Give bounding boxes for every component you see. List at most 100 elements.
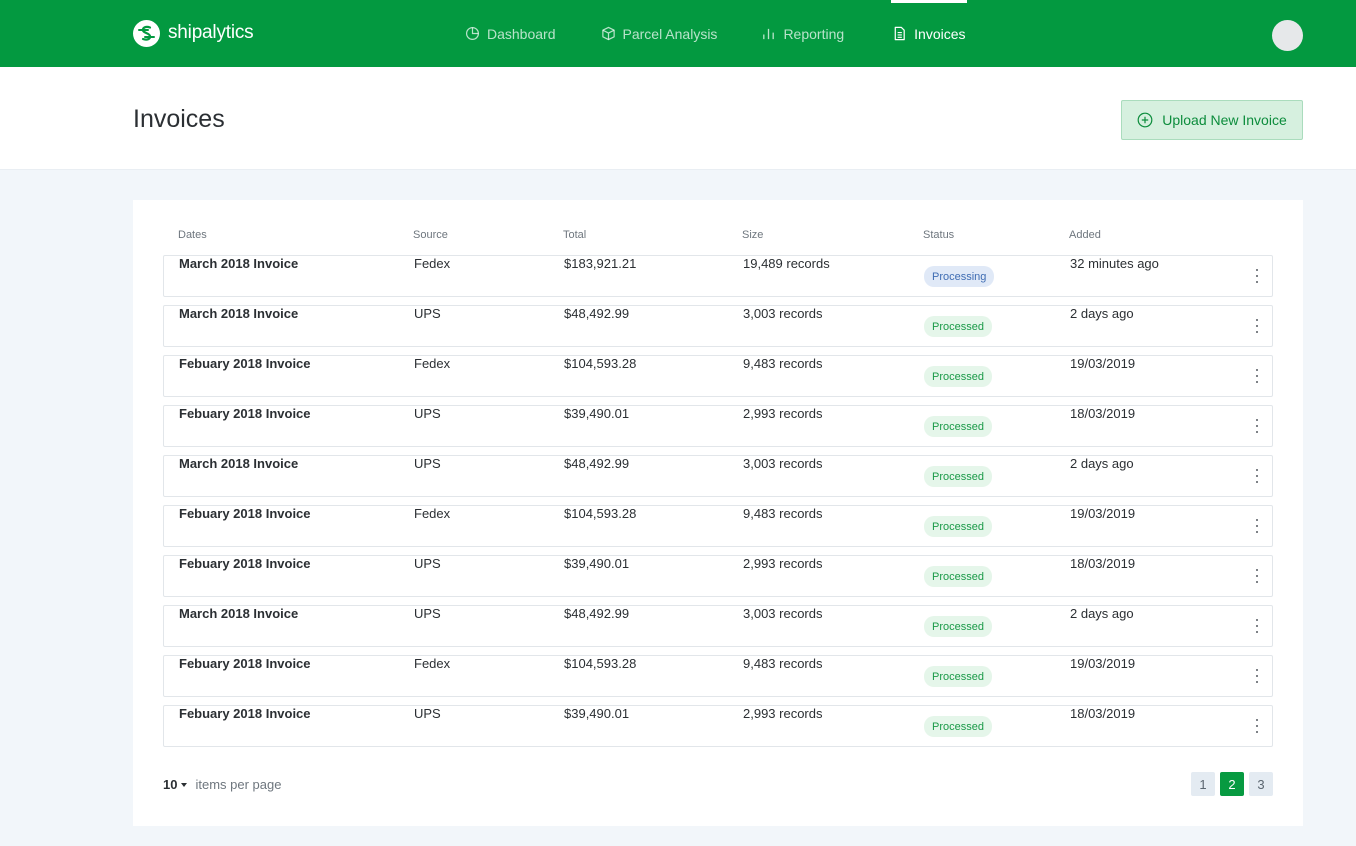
invoice-source: UPS [414,706,441,721]
table-row[interactable]: Febuary 2018 Invoice UPS $39,490.01 2,99… [163,405,1273,447]
invoice-total: $48,492.99 [564,456,630,471]
invoice-name: March 2018 Invoice [179,256,299,271]
page-button-2[interactable]: 2 [1220,772,1244,796]
invoice-total: $104,593.28 [564,356,637,371]
more-vertical-icon[interactable] [1254,518,1260,534]
table-row[interactable]: Febuary 2018 Invoice UPS $39,490.01 2,99… [163,555,1273,597]
invoice-name: Febuary 2018 Invoice [179,706,311,721]
status-badge: Processed [924,516,992,537]
invoice-size: 3,003 records [743,306,823,321]
status-badge: Processed [924,466,992,487]
upload-button-label: Upload New Invoice [1162,112,1287,128]
bar-chart-icon [763,28,775,40]
per-page-select[interactable]: 10 [163,777,188,792]
invoice-size: 2,993 records [743,406,823,421]
user-avatar[interactable] [1272,20,1303,51]
invoice-size: 3,003 records [743,456,823,471]
more-vertical-icon[interactable] [1254,568,1260,584]
invoice-added: 2 days ago [1070,606,1134,621]
table-row[interactable]: March 2018 Invoice UPS $48,492.99 3,003 … [163,605,1273,647]
invoice-source: UPS [414,556,441,571]
invoice-source: Fedex [414,356,451,371]
document-icon [894,26,905,41]
per-page-label: items per page [195,776,282,792]
brand[interactable]: shipalytics [133,19,254,47]
column-header-total[interactable]: Total [563,229,586,241]
nav-item-dashboard[interactable]: Dashboard [465,0,556,67]
invoice-added: 18/03/2019 [1070,406,1136,421]
column-header-added[interactable]: Added [1069,229,1101,241]
invoice-name: Febuary 2018 Invoice [179,556,311,571]
nav-item-reporting[interactable]: Reporting [761,0,844,67]
table-header: Dates Source Total Size Status Added [163,229,1273,245]
column-header-size[interactable]: Size [742,229,763,241]
nav-item-label: Parcel Analysis [622,25,718,42]
upload-new-invoice-button[interactable]: Upload New Invoice [1121,100,1303,140]
table-row[interactable]: March 2018 Invoice UPS $48,492.99 3,003 … [163,305,1273,347]
invoice-size: 2,993 records [743,556,823,571]
invoice-source: UPS [414,306,441,321]
brand-name: shipalytics [168,22,254,43]
table-row[interactable]: Febuary 2018 Invoice Fedex $104,593.28 9… [163,505,1273,547]
status-badge: Processing [924,266,995,287]
invoice-source: Fedex [414,506,451,521]
main-nav: Dashboard Parcel Analysis Reporting Invo… [465,0,967,67]
more-vertical-icon[interactable] [1254,318,1260,334]
page-header: Invoices Upload New Invoice [0,67,1356,170]
invoice-added: 32 minutes ago [1070,256,1159,271]
more-vertical-icon[interactable] [1254,468,1260,484]
invoice-added: 2 days ago [1070,456,1134,471]
invoice-size: 9,483 records [743,356,823,371]
more-vertical-icon[interactable] [1254,368,1260,384]
invoice-source: UPS [414,456,441,471]
status-badge: Processed [924,566,992,587]
invoice-size: 9,483 records [743,506,823,521]
more-vertical-icon[interactable] [1254,618,1260,634]
table-row[interactable]: March 2018 Invoice Fedex $183,921.21 19,… [163,255,1273,297]
invoice-source: UPS [414,406,441,421]
per-page-control: 10 items per page [163,776,281,792]
more-vertical-icon[interactable] [1254,718,1260,734]
status-badge: Processed [924,666,992,687]
plus-circle-icon [1137,112,1153,128]
page-button-1[interactable]: 1 [1191,772,1215,796]
invoice-total: $48,492.99 [564,306,630,321]
column-header-dates[interactable]: Dates [178,229,207,241]
invoice-name: Febuary 2018 Invoice [179,506,311,521]
caret-down-icon [181,782,188,787]
invoice-size: 19,489 records [743,256,830,271]
status-badge: Processed [924,366,992,387]
invoice-source: UPS [414,606,441,621]
nav-item-parcel-analysis[interactable]: Parcel Analysis [601,0,718,67]
nav-item-label: Invoices [914,25,966,42]
page-button-3[interactable]: 3 [1249,772,1273,796]
invoice-added: 18/03/2019 [1070,706,1136,721]
column-header-status[interactable]: Status [923,229,954,241]
invoice-source: Fedex [414,256,451,271]
invoice-name: Febuary 2018 Invoice [179,356,311,371]
more-vertical-icon[interactable] [1254,668,1260,684]
shipalytics-logo-icon [133,19,160,47]
invoice-total: $48,492.99 [564,606,630,621]
page-title: Invoices [133,105,225,133]
status-badge: Processed [924,416,992,437]
invoice-name: March 2018 Invoice [179,456,299,471]
invoice-name: Febuary 2018 Invoice [179,406,311,421]
nav-item-label: Reporting [783,25,845,42]
invoice-name: Febuary 2018 Invoice [179,656,311,671]
table-row[interactable]: Febuary 2018 Invoice UPS $39,490.01 2,99… [163,705,1273,747]
nav-item-invoices[interactable]: Invoices [891,0,967,67]
invoice-total: $104,593.28 [564,506,637,521]
status-badge: Processed [924,616,992,637]
invoice-size: 2,993 records [743,706,823,721]
table-row[interactable]: Febuary 2018 Invoice Fedex $104,593.28 9… [163,355,1273,397]
column-header-source[interactable]: Source [413,229,448,241]
invoice-added: 18/03/2019 [1070,556,1136,571]
table-row[interactable]: Febuary 2018 Invoice Fedex $104,593.28 9… [163,655,1273,697]
invoice-added: 2 days ago [1070,306,1134,321]
more-vertical-icon[interactable] [1254,268,1260,284]
table-row[interactable]: March 2018 Invoice UPS $48,492.99 3,003 … [163,455,1273,497]
invoice-name: March 2018 Invoice [179,306,299,321]
more-vertical-icon[interactable] [1254,418,1260,434]
status-badge: Processed [924,316,992,337]
